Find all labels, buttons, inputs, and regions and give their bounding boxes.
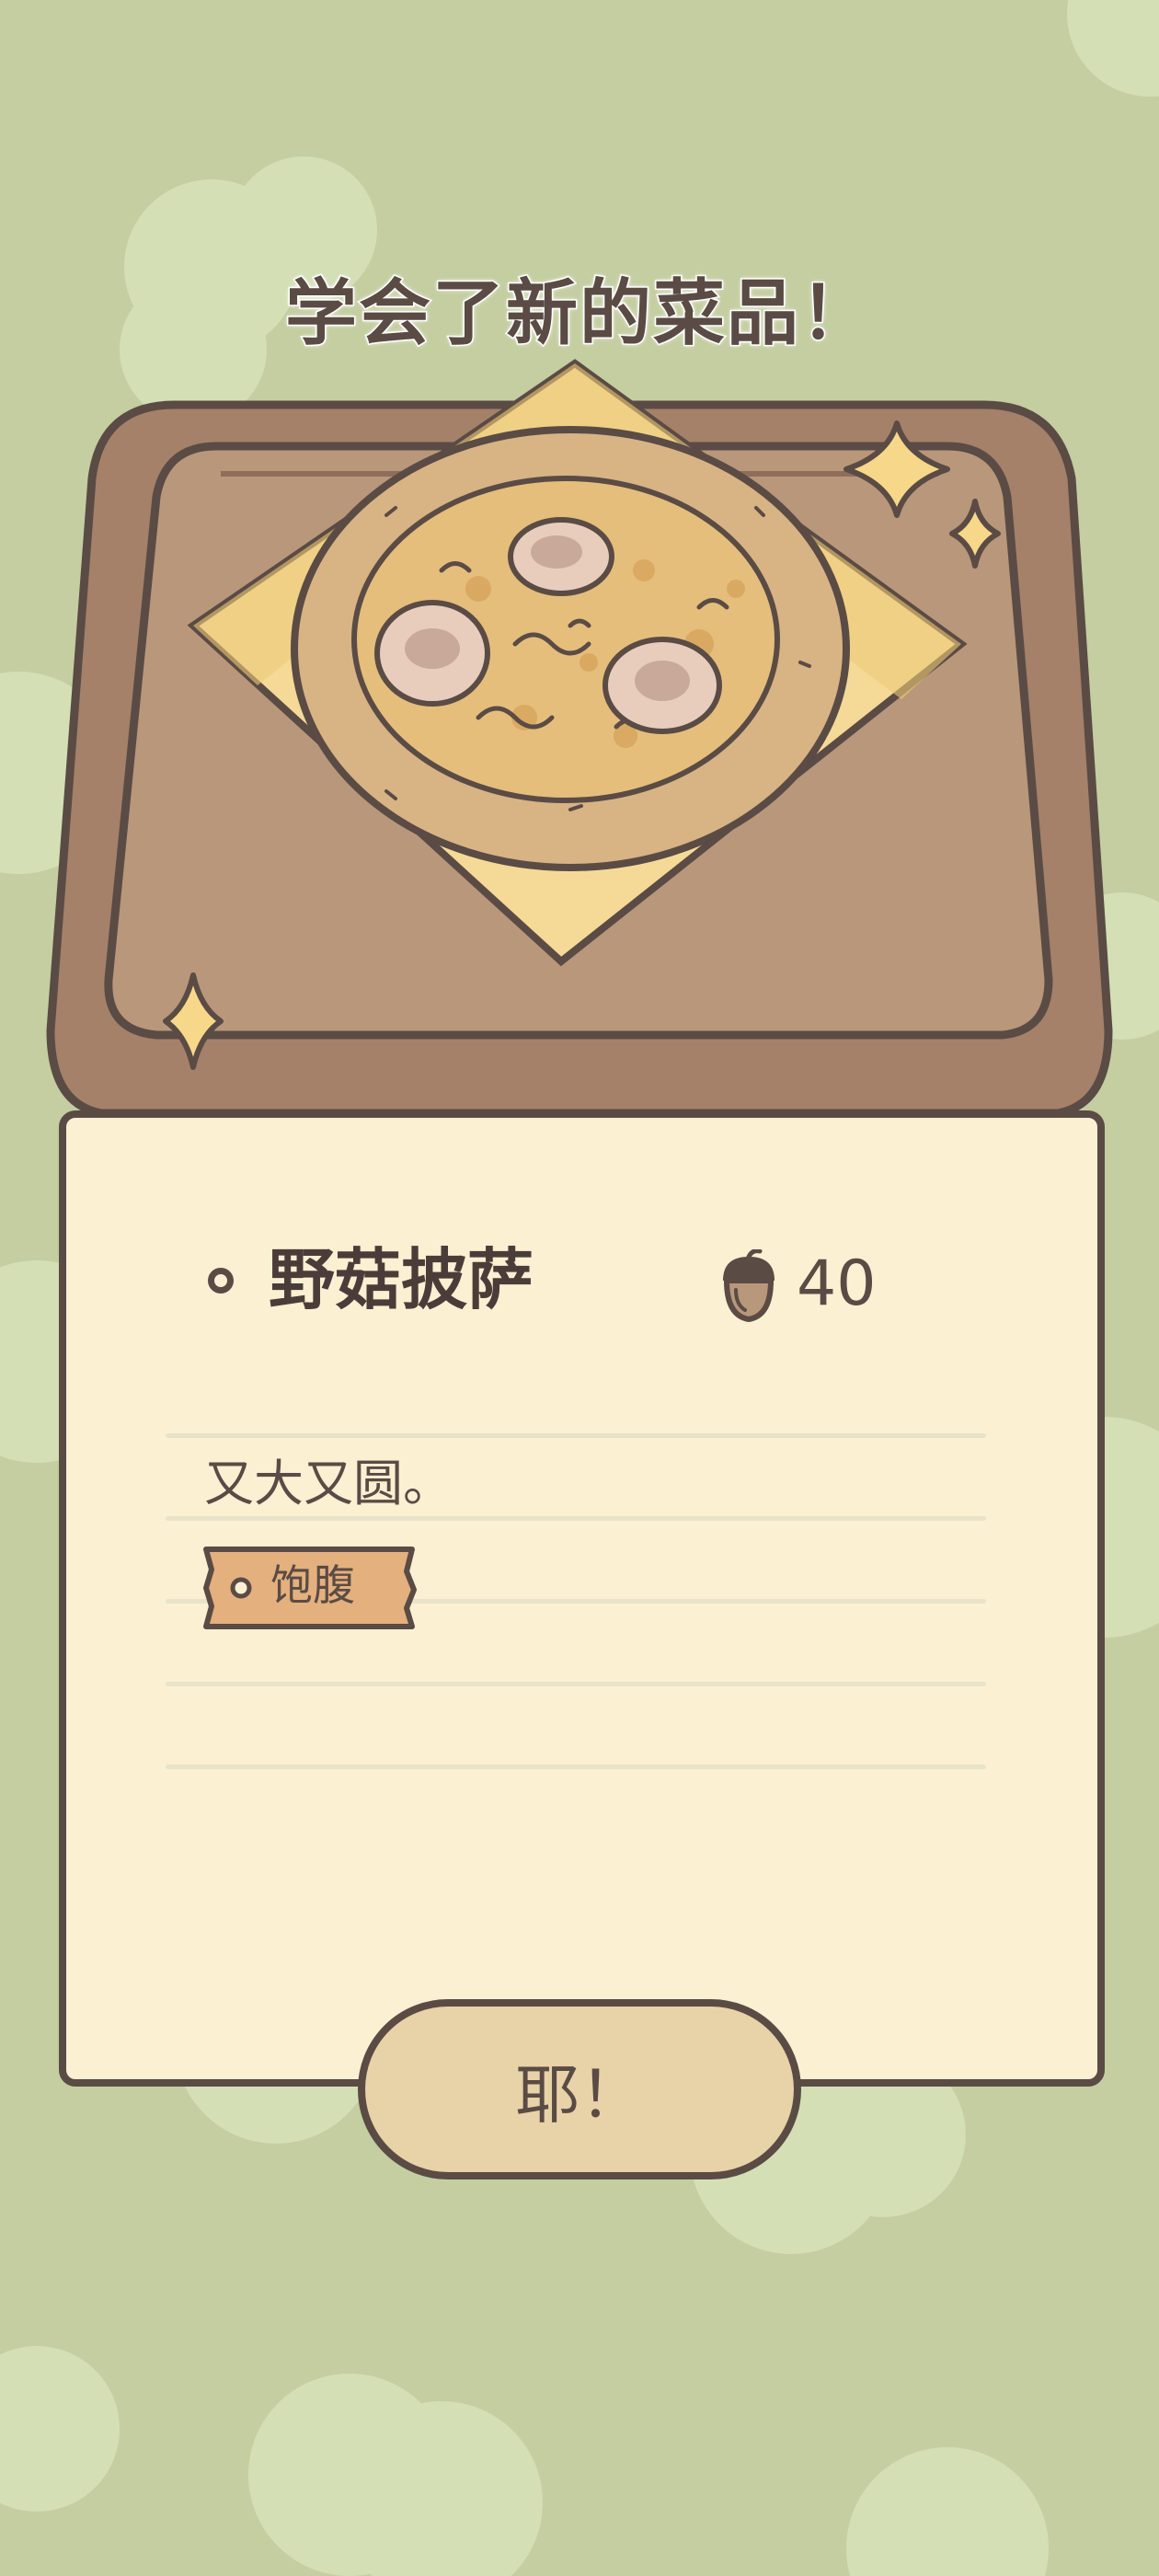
dish-tag: 饱腹 bbox=[202, 1546, 418, 1630]
dish-price: 40 bbox=[797, 1248, 877, 1320]
confirm-button[interactable]: 耶！ bbox=[358, 1999, 801, 2179]
card-rule-line bbox=[166, 1682, 986, 1686]
dish-tag-label: 饱腹 bbox=[270, 1560, 355, 1610]
dish-name: 野菇披萨 bbox=[269, 1241, 534, 1318]
banner-title: 学会了新的菜品！ bbox=[283, 271, 874, 357]
card-rule-line bbox=[166, 1433, 986, 1438]
tag-bullet-icon bbox=[230, 1577, 252, 1599]
acorn-icon bbox=[723, 1249, 775, 1323]
dish-name-bullet-icon bbox=[208, 1268, 234, 1294]
mushroom-slice-1 bbox=[508, 517, 614, 596]
mushroom-slice-2 bbox=[374, 600, 490, 707]
dish-description: 又大又圆。 bbox=[204, 1455, 453, 1512]
mushroom-slice-3 bbox=[602, 637, 722, 734]
card-rule-line bbox=[166, 1516, 986, 1521]
card-rule-line bbox=[166, 1765, 986, 1769]
